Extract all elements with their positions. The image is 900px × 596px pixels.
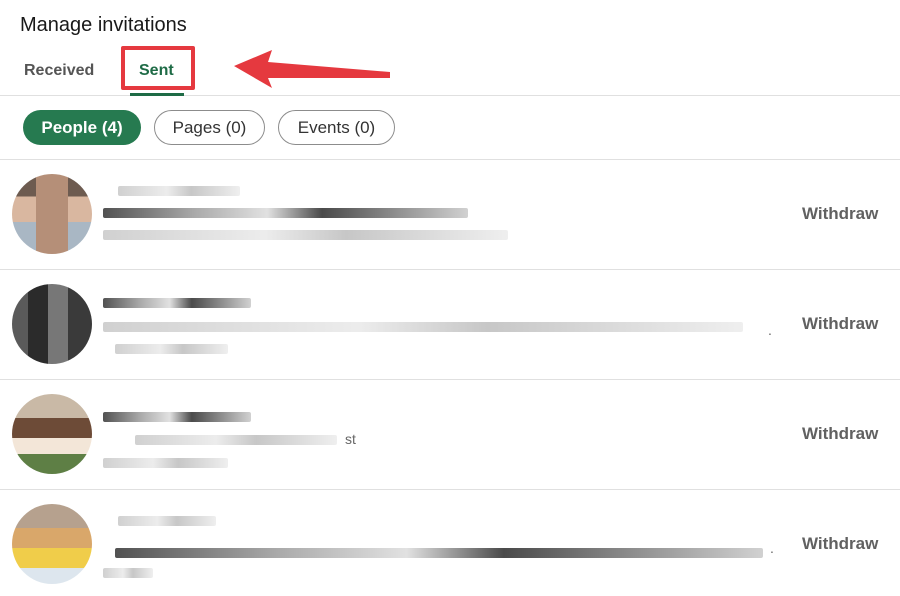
tab-received[interactable]: Received bbox=[24, 62, 94, 80]
blurred-meta bbox=[115, 344, 228, 354]
invitation-row: st Withdraw bbox=[0, 380, 900, 490]
page-title: Manage invitations bbox=[20, 14, 187, 36]
withdraw-button[interactable]: Withdraw bbox=[802, 314, 878, 334]
withdraw-button[interactable]: Withdraw bbox=[802, 534, 878, 554]
row-suffix: . bbox=[770, 540, 774, 556]
blurred-meta bbox=[103, 458, 228, 468]
blurred-name bbox=[118, 186, 240, 196]
blurred-meta bbox=[103, 230, 508, 240]
filter-people[interactable]: People (4) bbox=[23, 110, 141, 145]
blurred-headline bbox=[103, 322, 743, 332]
blurred-headline bbox=[115, 548, 763, 558]
row-suffix: st bbox=[345, 431, 356, 447]
blurred-name bbox=[118, 516, 216, 526]
invitation-row: . Withdraw bbox=[0, 490, 900, 596]
filter-events[interactable]: Events (0) bbox=[278, 110, 395, 145]
blurred-name bbox=[103, 298, 251, 308]
annotation-highlight-box bbox=[121, 46, 195, 90]
blurred-headline bbox=[103, 208, 468, 218]
row-suffix: . bbox=[768, 322, 772, 338]
avatar[interactable] bbox=[12, 174, 92, 254]
invitation-row: Withdraw bbox=[0, 160, 900, 270]
filter-pages[interactable]: Pages (0) bbox=[154, 110, 265, 145]
blurred-meta bbox=[103, 568, 153, 578]
avatar[interactable] bbox=[12, 394, 92, 474]
avatar[interactable] bbox=[12, 284, 92, 364]
blurred-headline bbox=[135, 435, 337, 445]
filter-bar: People (4) Pages (0) Events (0) bbox=[0, 96, 900, 160]
withdraw-button[interactable]: Withdraw bbox=[802, 424, 878, 444]
avatar[interactable] bbox=[12, 504, 92, 584]
annotation-arrow-icon bbox=[234, 50, 390, 88]
blurred-name bbox=[103, 412, 251, 422]
invitation-row: . Withdraw bbox=[0, 270, 900, 380]
withdraw-button[interactable]: Withdraw bbox=[802, 204, 878, 224]
